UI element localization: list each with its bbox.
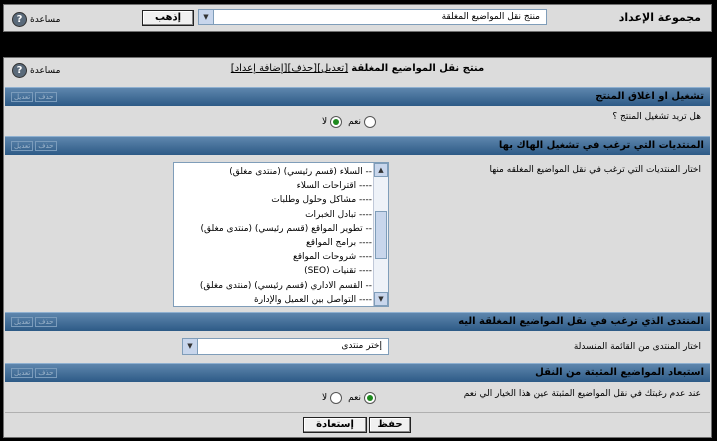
list-item[interactable]: -- تطوير المواقع (قسم رئيسي) (منتدى مغلق… — [176, 222, 373, 236]
list-item[interactable]: -- القسم الاداري (قسم رئيسي) (منتدى مغلق… — [176, 279, 372, 293]
radio-no[interactable]: لا — [322, 392, 343, 404]
help-icon[interactable]: ? — [12, 63, 27, 78]
exclude-sticky-question: عند عدم رغبتك في نقل المواضيع المثبتة عي… — [463, 389, 701, 399]
destination-forum-question: اختار المنتدى من القائمة المنسدلة — [573, 342, 701, 352]
section-edit-link[interactable]: تعديل — [11, 92, 34, 102]
go-button[interactable]: إذهب — [142, 10, 194, 26]
section-delete-link[interactable]: حذف — [35, 92, 57, 102]
settings-group-panel: مجموعة الإعداد ▼ منتج نقل المواضيع المغل… — [3, 4, 712, 32]
section-delete-link[interactable]: حذف — [35, 368, 57, 378]
toggle-product-radios: نعم لا — [322, 116, 376, 128]
section-header-exclude-sticky: استبعاد المواضيع المثبتة من النقل تعديل … — [5, 363, 710, 382]
group-label: مجموعة الإعداد — [618, 11, 701, 24]
panel-title-row: منتج نقل المواضيع المغلقة [تعديل][حذف][إ… — [4, 60, 711, 80]
radio-no[interactable]: لا — [322, 116, 343, 128]
section-edit-link[interactable]: تعديل — [11, 368, 34, 378]
section-header-source-forums: المنتديات التي ترغب في تشغيل الهاك بها ت… — [5, 136, 710, 155]
list-item[interactable]: -- السلاء (قسم رئيسي) (منتدى مغلق) — [176, 165, 372, 179]
source-forums-question: اختار المنتديات التي ترغب في نقل المواضي… — [489, 165, 701, 175]
edit-product-link[interactable]: [تعديل] — [317, 63, 348, 74]
source-forums-listbox[interactable]: -- السلاء (قسم رئيسي) (منتدى مغلق) ---- ا… — [173, 162, 389, 307]
help-link[interactable]: مساعدة ? — [12, 12, 60, 27]
scroll-thumb[interactable] — [375, 211, 387, 259]
list-item[interactable]: ---- التواصل بين العميل والإدارة — [176, 293, 372, 306]
listbox-scrollbar[interactable]: ▲ ▼ — [373, 163, 388, 306]
product-settings-panel: منتج نقل المواضيع المغلقة [تعديل][حذف][إ… — [3, 57, 712, 438]
section-header-destination-forum: المنتدى الذي ترغب في نقل المواضيع المغلق… — [5, 312, 710, 331]
list-item[interactable]: ---- شروحات المواقع — [176, 250, 372, 264]
radio-yes-circle[interactable] — [363, 392, 376, 404]
radio-yes[interactable]: نعم — [348, 116, 376, 128]
scroll-down-icon[interactable]: ▼ — [374, 292, 388, 306]
radio-no-circle[interactable] — [330, 392, 343, 404]
help-link[interactable]: مساعدة ? — [12, 63, 60, 78]
destination-forum-select[interactable]: ▼ إختر منتدى — [182, 338, 389, 355]
chevron-down-icon[interactable]: ▼ — [183, 339, 198, 354]
list-item[interactable]: ---- تقنيات (SEO) — [176, 264, 372, 278]
scroll-up-icon[interactable]: ▲ — [374, 163, 388, 177]
section-header-toggle-product: تشغيل او اغلاق المنتج تعديل حذف — [5, 87, 710, 106]
add-setting-link[interactable]: [إضافة إعداد] — [231, 63, 288, 74]
help-icon[interactable]: ? — [12, 12, 27, 27]
restore-button[interactable]: إستعادة — [303, 417, 367, 433]
footer-divider — [5, 412, 710, 413]
exclude-sticky-radios: نعم لا — [322, 392, 376, 404]
radio-yes[interactable]: نعم — [348, 392, 376, 404]
save-button[interactable]: حفظ — [369, 417, 411, 433]
chevron-down-icon[interactable]: ▼ — [199, 10, 214, 24]
section-delete-link[interactable]: حذف — [35, 317, 57, 327]
list-item[interactable]: ---- تبادل الخبرات — [176, 208, 372, 222]
settings-group-select[interactable]: ▼ منتج نقل المواضيع المغلقة — [198, 9, 547, 25]
radio-yes-circle[interactable] — [363, 116, 376, 128]
delete-product-link[interactable]: [حذف] — [287, 63, 317, 74]
forum-list: -- السلاء (قسم رئيسي) (منتدى مغلق) ---- ا… — [176, 165, 373, 306]
list-item[interactable]: ---- مشاكل وحلول وطلبات — [176, 193, 372, 207]
panel-title: منتج نقل المواضيع المغلقة — [351, 63, 485, 74]
section-edit-link[interactable]: تعديل — [11, 141, 34, 151]
radio-no-circle[interactable] — [330, 116, 343, 128]
section-delete-link[interactable]: حذف — [35, 141, 57, 151]
toggle-product-question: هل تريد تشغيل المنتج ؟ — [612, 112, 701, 122]
section-edit-link[interactable]: تعديل — [11, 317, 34, 327]
list-item[interactable]: ---- برامج المواقع — [176, 236, 372, 250]
list-item[interactable]: ---- اقتراحات السلاء — [176, 179, 372, 193]
